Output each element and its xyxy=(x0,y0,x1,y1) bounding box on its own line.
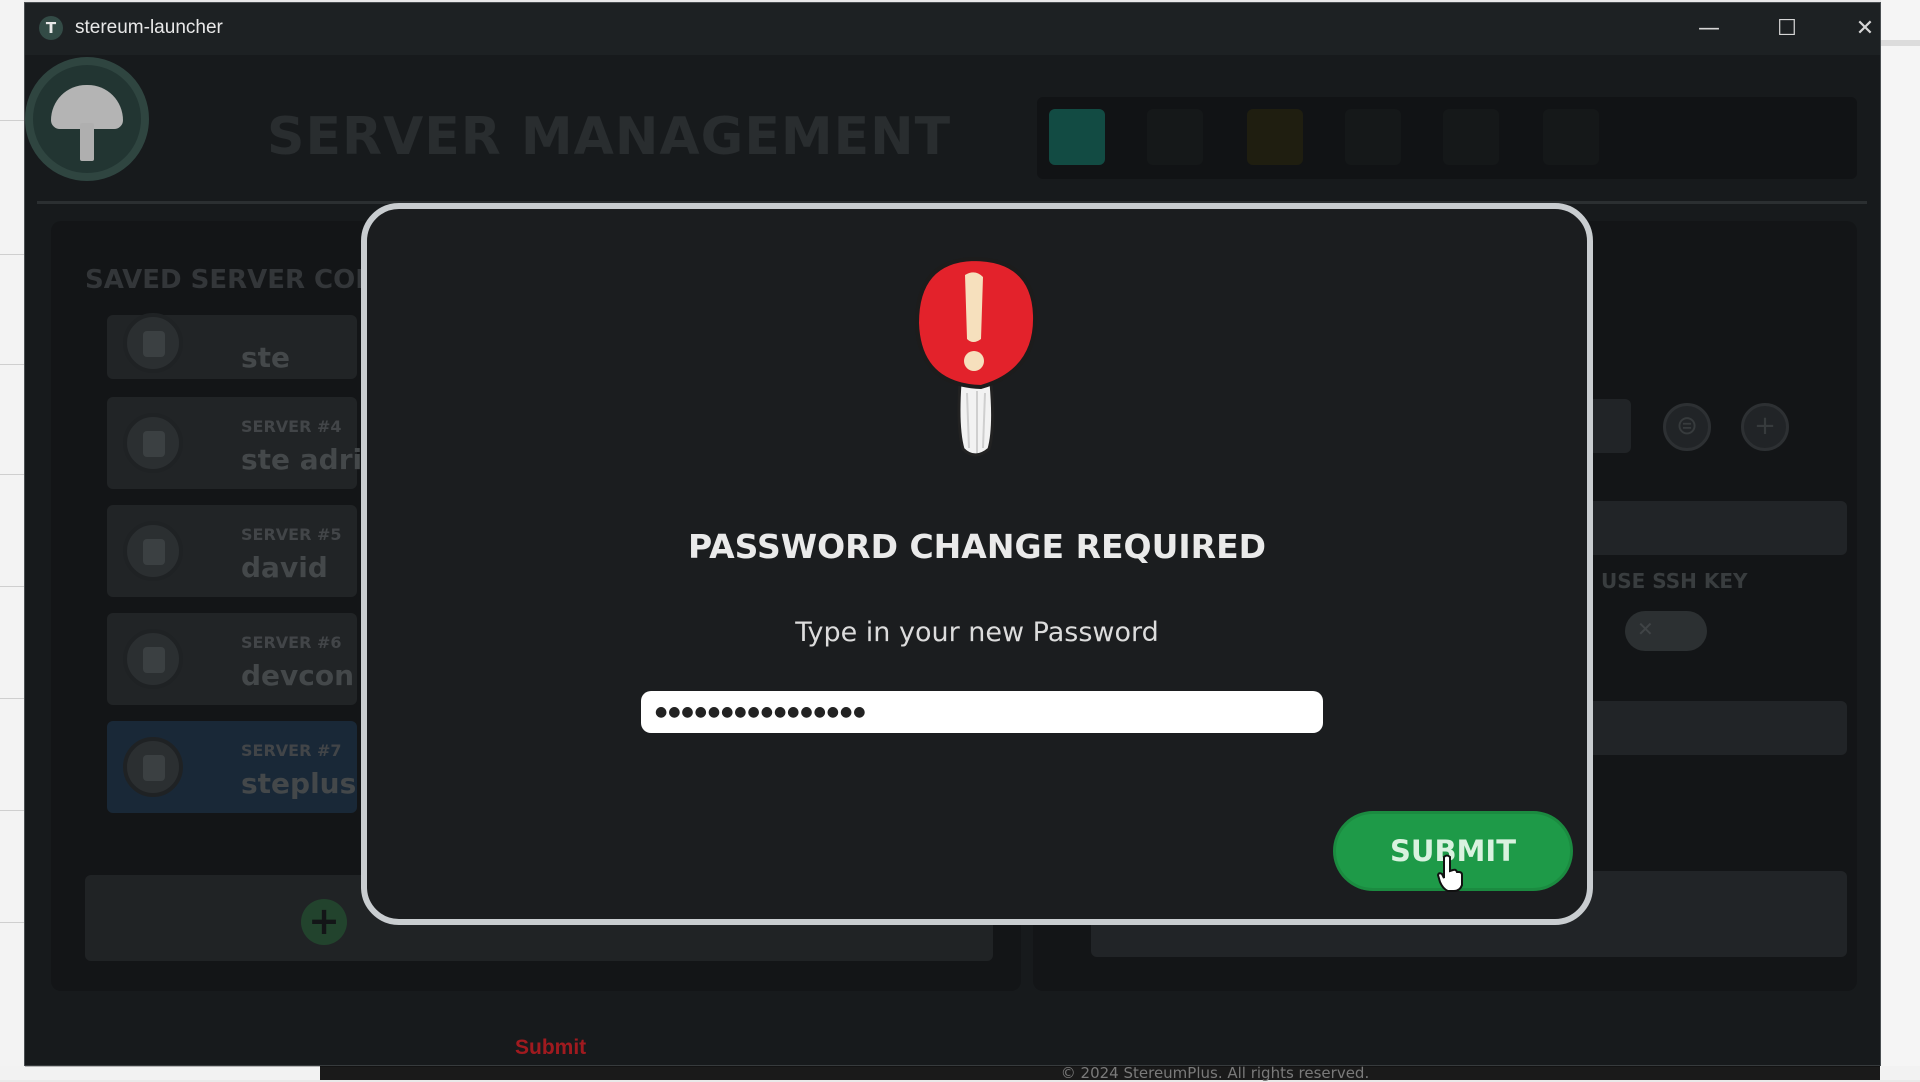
close-button[interactable]: ✕ xyxy=(1845,11,1885,47)
hand-cursor-icon xyxy=(1436,854,1463,892)
title-bar: T stereum-launcher — ☐ ✕ xyxy=(25,3,1880,55)
minimize-button[interactable]: — xyxy=(1689,11,1729,47)
window-title: stereum-launcher xyxy=(75,17,223,38)
app-window: T stereum-launcher — ☐ ✕ SERVER MANAGEME… xyxy=(24,2,1881,1067)
dialog-title: PASSWORD CHANGE REQUIRED xyxy=(687,527,1267,566)
maximize-button[interactable]: ☐ xyxy=(1767,11,1807,47)
background-desktop-right xyxy=(1881,0,1920,1080)
dialog-subtitle: Type in your new Password xyxy=(795,617,1159,648)
warning-mushroom-icon xyxy=(914,256,1038,457)
password-change-dialog: PASSWORD CHANGE REQUIRED Type in your ne… xyxy=(361,203,1593,925)
new-password-input[interactable] xyxy=(641,691,1323,733)
app-logo-icon: T xyxy=(39,16,63,40)
background-desktop-strip xyxy=(0,0,24,1080)
footer-copyright: © 2024 StereumPlus. All rights reserved. xyxy=(320,1066,1880,1081)
